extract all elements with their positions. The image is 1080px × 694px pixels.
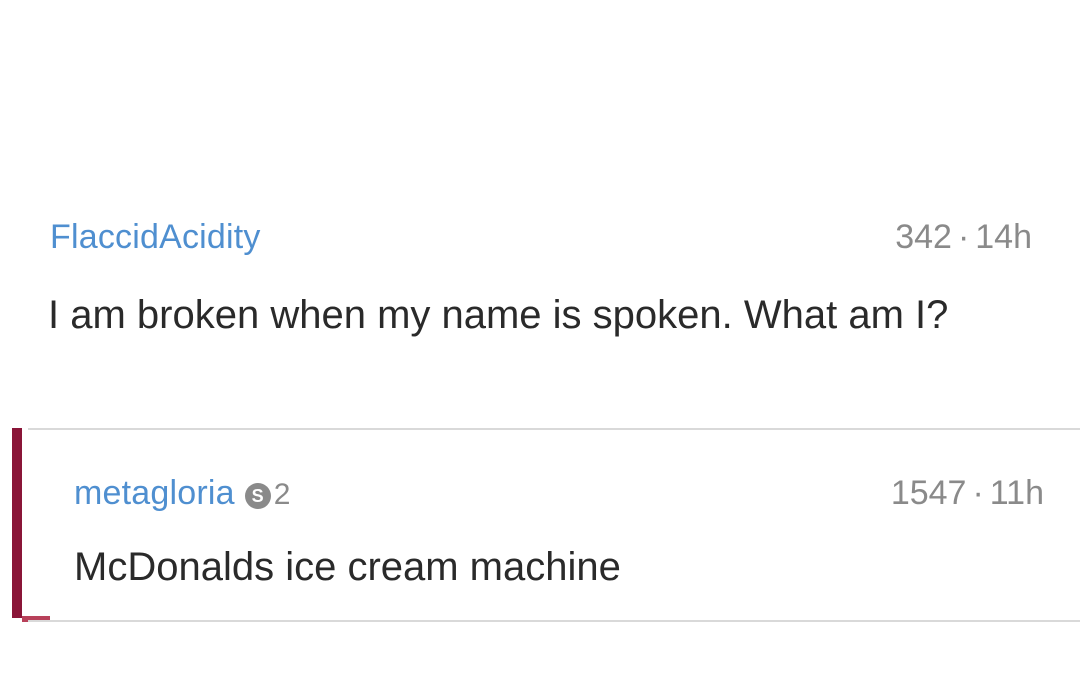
badge-icon: S bbox=[244, 483, 271, 510]
reply-header: metagloria S 2 1547 · 11h bbox=[74, 474, 1044, 520]
meta-separator: · bbox=[957, 218, 970, 256]
comment-score: 342 bbox=[895, 218, 952, 256]
reply-comment[interactable]: metagloria S 2 1547 · 11h McDonalds ice crea… bbox=[12, 428, 1080, 624]
comment-header: FlaccidAcidity 342 · 14h bbox=[50, 218, 1032, 264]
reply-meta: 1547 · 11h bbox=[891, 474, 1044, 513]
badge-count: 2 bbox=[273, 478, 291, 512]
bottom-divider bbox=[28, 620, 1080, 622]
meta-separator: · bbox=[972, 474, 984, 512]
reply-body: McDonalds ice cream machine bbox=[74, 545, 621, 589]
comment-meta: 342 · 14h bbox=[895, 218, 1032, 257]
parent-comment[interactable]: FlaccidAcidity 342 · 14h I am broken when … bbox=[0, 196, 1080, 422]
reply-username-group: metagloria S 2 bbox=[74, 474, 291, 513]
comment-body: I am broken when my name is spoken. What… bbox=[48, 293, 949, 337]
reply-age: 11h bbox=[989, 474, 1044, 512]
user-badge: S2 bbox=[244, 478, 291, 512]
comment-age: 14h bbox=[975, 218, 1032, 256]
reply-score: 1547 bbox=[890, 474, 967, 512]
thread-indent-bar[interactable] bbox=[12, 428, 22, 618]
comment-thread: FlaccidAcidity 342 · 14h I am broken when … bbox=[0, 0, 1080, 694]
comment-username[interactable]: FlaccidAcidity bbox=[50, 218, 261, 257]
reply-username[interactable]: metagloria bbox=[74, 474, 235, 512]
